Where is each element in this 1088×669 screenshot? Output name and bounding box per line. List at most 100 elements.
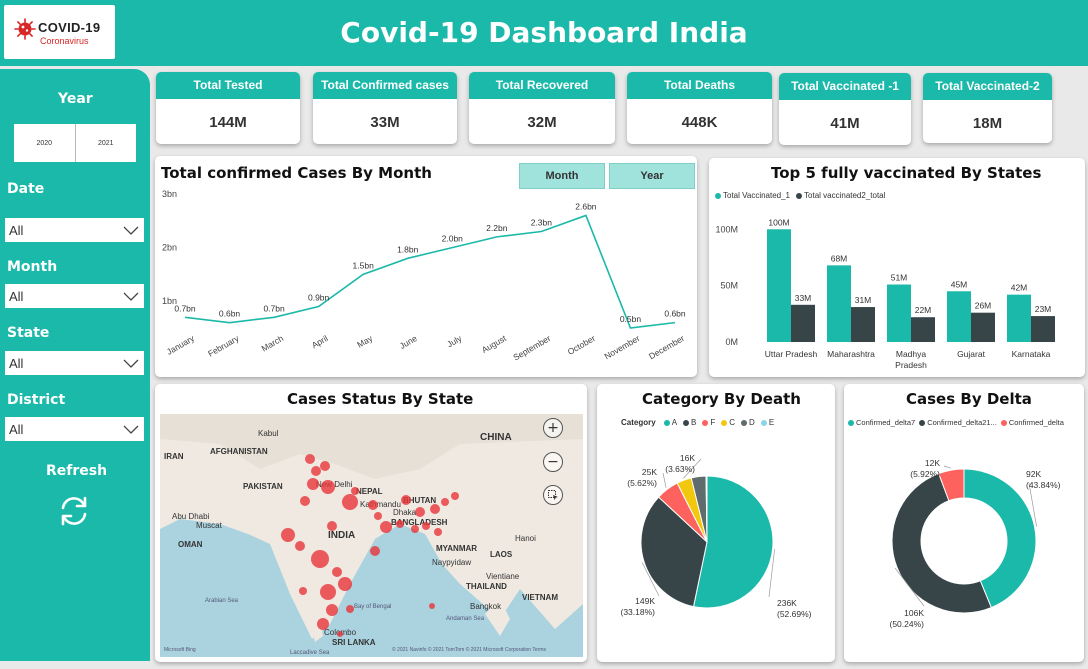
bar	[827, 265, 851, 342]
state-bubble	[320, 461, 330, 471]
x-tick-label: Maharashtra	[827, 349, 875, 359]
data-label-pct: (50.24%)	[890, 619, 925, 629]
series-line	[184, 214, 676, 329]
x-tick-label: November	[602, 333, 641, 361]
kpi-total-vaccinated-1: Total Vaccinated -1 41M	[779, 73, 911, 145]
refresh-label[interactable]: Refresh	[46, 463, 107, 479]
year-2021-button[interactable]: 2021	[74, 124, 137, 162]
data-label: 2.0bn	[442, 234, 464, 244]
month-dropdown[interactable]: All	[5, 284, 144, 308]
kpi-title: Total Deaths	[627, 72, 772, 99]
zoom-in-button[interactable]: +	[543, 418, 563, 438]
data-label: 42M	[1011, 283, 1028, 293]
kpi-total-confirmed: Total Confirmed cases 33M	[313, 72, 457, 144]
data-label-pct: (5.92%)	[910, 469, 940, 479]
delta-donut-chart: 92K(43.84%) 106K(50.24%) 12K(5.92%)	[890, 458, 1061, 629]
state-bubble	[321, 480, 335, 494]
kpi-value: 33M	[370, 114, 400, 131]
india-map[interactable]: CHINA Kabul AFGHANISTAN IRAN PAKISTAN Ne…	[160, 414, 583, 657]
date-dropdown[interactable]: All	[5, 218, 144, 242]
kpi-title: Total Recovered	[469, 72, 615, 99]
data-label: 33M	[795, 293, 812, 303]
state-bubble	[441, 498, 449, 506]
data-label-pct: (3.63%)	[665, 464, 695, 474]
kpi-total-recovered: Total Recovered 32M	[469, 72, 615, 144]
kpi-total-vaccinated-2: Total Vaccinated-2 18M	[923, 73, 1052, 143]
data-label: 1.8bn	[397, 244, 419, 254]
refresh-icon[interactable]	[57, 494, 91, 528]
x-tick-label: January	[165, 333, 197, 357]
state-bubble	[311, 466, 321, 476]
x-tick-label: Gujarat	[957, 349, 986, 359]
state-label: State	[7, 325, 50, 341]
bar	[887, 284, 911, 342]
x-tick-label: August	[480, 333, 508, 355]
state-bubble	[337, 631, 343, 637]
data-label: 16K	[680, 453, 695, 463]
bar	[1031, 316, 1055, 342]
x-tick-label: September	[511, 333, 552, 363]
state-bubble	[317, 618, 329, 630]
state-dropdown-value: All	[9, 356, 24, 371]
bar	[971, 312, 995, 342]
case-bubbles	[281, 454, 459, 637]
chevron-down-icon	[123, 226, 139, 235]
district-dropdown[interactable]: All	[5, 417, 144, 441]
y-tick-label: 3bn	[162, 189, 177, 199]
data-label: 2.6bn	[575, 201, 597, 211]
data-label: 12K	[925, 458, 940, 468]
district-label: District	[7, 392, 66, 408]
data-label-pct: (43.84%)	[1026, 480, 1061, 490]
x-tick-label: February	[206, 333, 241, 359]
data-label: 23M	[1035, 304, 1052, 314]
state-bubble	[327, 521, 337, 531]
data-label: 149K	[635, 596, 655, 606]
data-label: 22M	[915, 305, 932, 315]
x-tick-label: July	[445, 333, 464, 350]
data-label: 25K	[642, 467, 657, 477]
kpi-title: Total Vaccinated -1	[779, 73, 911, 100]
y-tick-label: 50M	[720, 281, 738, 291]
data-label: 92K	[1026, 469, 1041, 479]
year-2020-button[interactable]: 2020	[14, 124, 75, 162]
state-bubble	[451, 492, 459, 500]
leader-line	[662, 472, 667, 488]
map-title: Cases Status By State	[287, 390, 474, 408]
x-tick-label: Pradesh	[895, 360, 927, 370]
data-label: 0.5bn	[620, 314, 642, 324]
death-category-panel: Category By Death Category A B F C D E 2…	[597, 384, 835, 662]
vaccinated-states-panel: Top 5 fully vaccinated By States Total V…	[709, 158, 1085, 377]
data-label: 0.7bn	[174, 303, 196, 313]
state-bubble	[346, 605, 354, 613]
state-bubble	[380, 521, 392, 533]
death-pie-chart: 236K(52.69%) 149K(33.18%) 25K(5.62%) 16K(3.…	[621, 453, 812, 619]
data-label: 2.2bn	[486, 223, 508, 233]
select-region-button[interactable]	[543, 485, 563, 505]
state-bubble	[368, 500, 378, 510]
kpi-value: 448K	[681, 114, 718, 131]
kpi-value: 144M	[209, 114, 247, 131]
kpi-total-deaths: Total Deaths 448K	[627, 72, 772, 144]
data-label: 0.7bn	[263, 303, 285, 313]
x-tick-label: December	[647, 333, 686, 361]
data-label-pct: (5.62%)	[627, 478, 657, 488]
zoom-out-button[interactable]: −	[543, 452, 563, 472]
state-bubble	[434, 528, 442, 536]
header-bar: COVID-19 Coronavirus Covid-19 Dashboard …	[0, 0, 1088, 66]
x-tick-label: Karnataka	[1012, 349, 1051, 359]
year-slicer: 2020 2021	[14, 124, 136, 162]
state-bubble	[281, 528, 295, 542]
state-bubble	[430, 504, 440, 514]
y-tick-label: 2bn	[162, 243, 177, 253]
data-label: 106K	[904, 608, 924, 618]
state-bubble	[396, 520, 404, 528]
monthly-line-chart: 1bn2bn3bn0.7bnJanuary0.6bnFebruary0.7bnM…	[162, 189, 686, 363]
state-bubble	[370, 546, 380, 556]
x-tick-label: Madhya	[896, 349, 927, 359]
data-label: 0.6bn	[219, 309, 241, 319]
x-tick-label: April	[310, 333, 330, 350]
state-bubble	[429, 603, 435, 609]
state-dropdown[interactable]: All	[5, 351, 144, 375]
kpi-value: 41M	[830, 115, 860, 132]
leader-line	[943, 465, 951, 469]
